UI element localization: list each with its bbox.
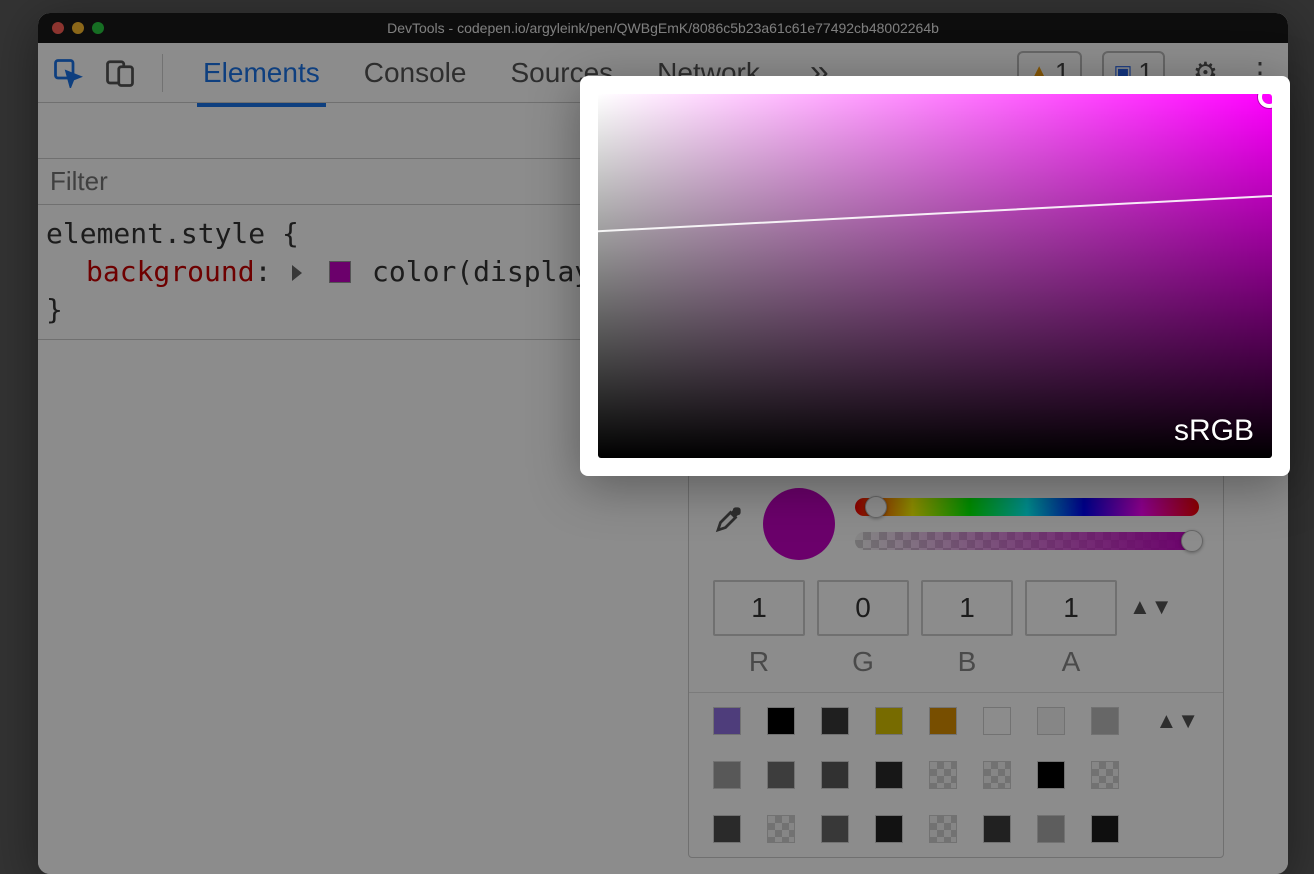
- swatch[interactable]: [1091, 815, 1119, 843]
- hue-slider-thumb[interactable]: [865, 496, 887, 518]
- swatch[interactable]: [983, 761, 1011, 789]
- swatch[interactable]: [767, 707, 795, 735]
- swatch[interactable]: [929, 815, 957, 843]
- spectrum-cursor[interactable]: [1258, 94, 1272, 108]
- tab-console[interactable]: Console: [364, 43, 467, 103]
- hue-slider[interactable]: [855, 498, 1199, 516]
- swatch[interactable]: [875, 707, 903, 735]
- swatch[interactable]: [713, 815, 741, 843]
- color-picker-panel: R G B A ▲▼ ▲▼: [688, 473, 1224, 858]
- gamut-label: sRGB: [1174, 414, 1254, 448]
- minimize-window-button[interactable]: [72, 22, 84, 34]
- alpha-slider[interactable]: [855, 532, 1199, 550]
- expand-value-icon[interactable]: [292, 265, 302, 281]
- color-swatches: ▲▼: [689, 693, 1223, 857]
- swatch[interactable]: [983, 707, 1011, 735]
- swatch[interactable]: [983, 815, 1011, 843]
- device-toolbar-icon[interactable]: [104, 57, 136, 89]
- swatch[interactable]: [767, 815, 795, 843]
- swatch[interactable]: [875, 815, 903, 843]
- swatches-toggle[interactable]: ▲▼: [1155, 708, 1199, 734]
- color-format-toggle[interactable]: ▲▼: [1129, 594, 1173, 620]
- window-title: DevTools - codepen.io/argyleink/pen/QWBg…: [38, 20, 1288, 36]
- toolbar-divider: [162, 54, 163, 92]
- channel-r-label: R: [749, 646, 769, 678]
- inspect-element-icon[interactable]: [52, 57, 84, 89]
- swatch[interactable]: [713, 761, 741, 789]
- close-window-button[interactable]: [52, 22, 64, 34]
- swatch[interactable]: [821, 815, 849, 843]
- swatch[interactable]: [1091, 707, 1119, 735]
- channel-a-label: A: [1062, 646, 1081, 678]
- window-titlebar: DevTools - codepen.io/argyleink/pen/QWBg…: [38, 13, 1288, 43]
- swatch[interactable]: [767, 761, 795, 789]
- color-swatch-icon[interactable]: [329, 261, 351, 283]
- eyedropper-icon[interactable]: [713, 505, 743, 543]
- color-spectrum[interactable]: sRGB: [598, 94, 1272, 458]
- channel-b-input[interactable]: [921, 580, 1013, 636]
- color-spectrum-popup: sRGB: [580, 76, 1290, 476]
- channel-g-label: G: [852, 646, 874, 678]
- alpha-slider-thumb[interactable]: [1181, 530, 1203, 552]
- swatch[interactable]: [929, 707, 957, 735]
- traffic-lights: [38, 22, 104, 34]
- swatch[interactable]: [929, 761, 957, 789]
- channel-b-label: B: [958, 646, 977, 678]
- channel-g-input[interactable]: [817, 580, 909, 636]
- swatch[interactable]: [875, 761, 903, 789]
- channel-a-input[interactable]: [1025, 580, 1117, 636]
- swatch[interactable]: [713, 707, 741, 735]
- channel-r-input[interactable]: [713, 580, 805, 636]
- swatch[interactable]: [1037, 761, 1065, 789]
- current-color-preview: [763, 488, 835, 560]
- tab-elements[interactable]: Elements: [203, 43, 320, 103]
- gamut-boundary-line: [598, 94, 1272, 245]
- swatch[interactable]: [1091, 761, 1119, 789]
- swatch[interactable]: [1037, 707, 1065, 735]
- swatch[interactable]: [821, 707, 849, 735]
- swatch[interactable]: [821, 761, 849, 789]
- swatch[interactable]: [1037, 815, 1065, 843]
- zoom-window-button[interactable]: [92, 22, 104, 34]
